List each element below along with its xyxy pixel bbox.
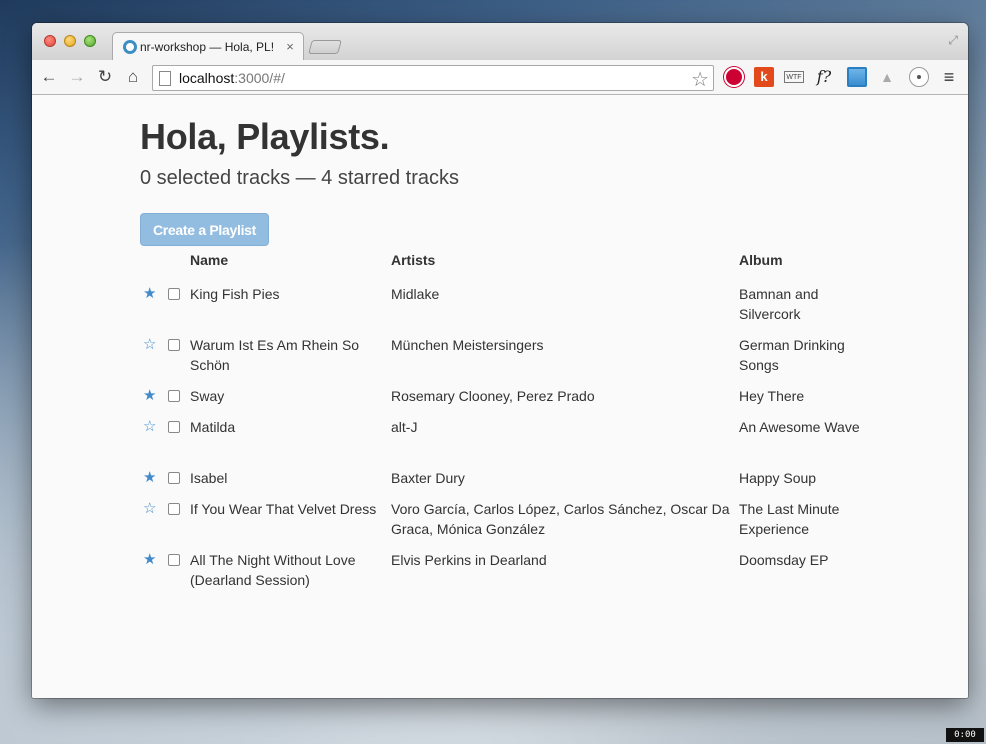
track-select-checkbox[interactable]: [168, 390, 180, 402]
track-artists: München Meistersingers: [391, 337, 544, 353]
track-select-checkbox[interactable]: [168, 554, 180, 566]
track-select-checkbox[interactable]: [168, 339, 180, 351]
track-artists: Baxter Dury: [391, 470, 465, 486]
track-select-checkbox[interactable]: [168, 288, 180, 300]
browser-tab[interactable]: nr-workshop — Hola, PL! ×: [112, 32, 304, 60]
track-album: Doomsday EP: [739, 552, 829, 568]
tab-strip: nr-workshop — Hola, PL! × ⤢: [32, 23, 968, 60]
column-header-name: Name: [190, 252, 229, 268]
track-album: Happy Soup: [739, 470, 817, 486]
track-name: Warum Ist Es Am Rhein So Schön: [190, 337, 360, 373]
tab-close-icon[interactable]: ×: [282, 39, 298, 54]
column-header-album: Album: [739, 252, 783, 268]
track-name: If You Wear That Velvet Dress: [190, 501, 377, 517]
url-path: :3000/#/: [234, 70, 285, 86]
menu-icon[interactable]: ≡: [939, 67, 959, 87]
create-playlist-button[interactable]: Create a Playlist: [140, 213, 269, 246]
wtf-extension-icon[interactable]: WTF: [784, 71, 804, 83]
font-extension-icon[interactable]: f?: [814, 67, 834, 87]
track-artists: Elvis Perkins in Dearland: [391, 552, 547, 568]
track-artists: Voro García, Carlos López, Carlos Sánche…: [391, 501, 730, 537]
browser-window: nr-workshop — Hola, PL! × ⤢ ← → ↻ ⌂ loca…: [32, 23, 968, 698]
pinterest-extension-icon[interactable]: [724, 67, 744, 87]
page-icon: [159, 70, 171, 86]
address-bar[interactable]: localhost:3000/#/ ☆: [152, 65, 714, 91]
url-host: localhost: [179, 70, 235, 86]
zoom-window-button[interactable]: [84, 35, 96, 47]
recording-timer: 0:00: [946, 728, 984, 742]
bookmark-star-icon[interactable]: ☆: [691, 67, 709, 92]
k-extension-icon[interactable]: k: [754, 67, 774, 87]
star-outline-icon[interactable]: ☆: [143, 335, 159, 355]
track-select-checkbox[interactable]: [168, 421, 180, 433]
track-name: Matilda: [190, 419, 236, 435]
home-icon[interactable]: ⌂: [122, 66, 144, 88]
track-album: The Last Minute Experience: [739, 501, 840, 537]
track-album: Bamnan and Silvercork: [739, 286, 819, 322]
back-icon[interactable]: ←: [38, 66, 60, 88]
track-artists: Midlake: [391, 286, 440, 302]
track-select-checkbox[interactable]: [168, 503, 180, 515]
close-window-button[interactable]: [44, 35, 56, 47]
star-outline-icon[interactable]: ☆: [143, 417, 159, 437]
tab-title: nr-workshop — Hola, PL!: [140, 39, 275, 54]
star-filled-icon[interactable]: ★: [143, 550, 159, 570]
column-header-artists: Artists: [391, 252, 436, 268]
track-name: King Fish Pies: [190, 286, 280, 302]
track-name: All The Night Without Love (Dearland Ses…: [190, 552, 356, 588]
browser-toolbar: ← → ↻ ⌂ localhost:3000/#/ ☆ k WTF f? ▲ ≡: [32, 60, 968, 95]
star-filled-icon[interactable]: ★: [143, 284, 159, 304]
track-album: Hey There: [739, 388, 805, 404]
track-album: German Drinking Songs: [739, 337, 845, 373]
tab-favicon-icon: [123, 39, 137, 54]
page-title: Hola, Playlists.: [140, 116, 390, 157]
reload-icon[interactable]: ↻: [94, 66, 116, 88]
track-name: Sway: [190, 388, 225, 404]
track-select-checkbox[interactable]: [168, 472, 180, 484]
star-filled-icon[interactable]: ★: [143, 468, 159, 488]
track-name: Isabel: [190, 470, 228, 486]
page-content: Hola, Playlists. 0 selected tracks — 4 s…: [32, 95, 968, 698]
track-summary: 0 selected tracks — 4 starred tracks: [140, 167, 460, 189]
star-filled-icon[interactable]: ★: [143, 386, 159, 406]
forward-icon[interactable]: →: [66, 66, 88, 88]
fullscreen-icon[interactable]: ⤢: [948, 33, 958, 48]
track-artists: alt-J: [391, 419, 418, 435]
new-tab-button[interactable]: [308, 40, 342, 54]
record-extension-icon[interactable]: [909, 67, 929, 87]
screenshot-extension-icon[interactable]: [847, 67, 867, 87]
star-outline-icon[interactable]: ☆: [143, 499, 159, 519]
track-artists: Rosemary Clooney, Perez Prado: [391, 388, 595, 404]
android-extension-icon[interactable]: ▲: [877, 67, 897, 87]
track-album: An Awesome Wave: [739, 419, 860, 435]
minimize-window-button[interactable]: [64, 35, 76, 47]
